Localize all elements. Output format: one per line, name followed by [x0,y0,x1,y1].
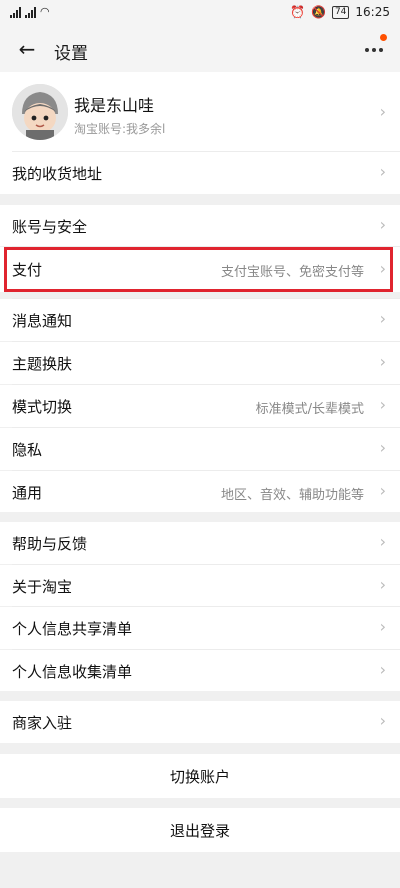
row-mode-label: 模式切换 [12,398,73,416]
header: ← 设置 [0,28,400,72]
row-notifications-label: 消息通知 [12,312,73,330]
row-mode-value: 标准模式/长辈模式 [255,402,364,417]
row-merchant-label: 商家入驻 [12,714,73,732]
notification-dot [380,34,387,41]
switch-account-button[interactable]: 切换账户 [0,754,400,798]
chevron-right-icon: › [379,617,386,636]
logout-label: 退出登录 [169,822,230,840]
row-mode[interactable]: 模式切换 标准模式/长辈模式 › [0,385,400,427]
row-help-label: 帮助与反馈 [12,535,88,553]
row-about-label: 关于淘宝 [12,578,73,596]
chevron-right-icon: › [379,711,386,730]
signal-icons: ◠ [10,5,50,18]
wifi-icon: ◠ [40,5,50,18]
signal-icon [10,6,21,18]
row-info-collect-label: 个人信息收集清单 [12,663,133,681]
row-address-label: 我的收货地址 [12,165,103,183]
chevron-right-icon: › [379,532,386,551]
chevron-right-icon: › [379,215,386,234]
logout-button[interactable]: 退出登录 [0,808,400,852]
chevron-right-icon: › [379,395,386,414]
row-merchant[interactable]: 商家入驻 › [0,701,400,743]
back-arrow-icon[interactable]: ← [14,36,40,62]
more-options-icon[interactable] [362,38,386,62]
switch-account-label: 切换账户 [169,768,230,786]
chevron-right-icon: › [379,438,386,457]
row-info-share-label: 个人信息共享清单 [12,620,133,638]
row-help[interactable]: 帮助与反馈 › [0,522,400,564]
row-general-label: 通用 [12,484,43,502]
status-bar: ◠ ⏰ 🔕 74 16:25 [0,0,400,28]
row-info-collect[interactable]: 个人信息收集清单 › [0,650,400,691]
chevron-right-icon: › [379,575,386,594]
row-address[interactable]: 我的收货地址 › [0,152,400,194]
profile-account: 淘宝账号:我多余l [74,122,166,136]
chevron-right-icon: › [379,162,386,181]
status-right: ⏰ 🔕 74 16:25 [290,5,390,19]
alarm-icon: ⏰ [290,5,305,19]
status-time: 16:25 [355,5,390,19]
signal-icon-2 [25,6,36,18]
row-info-share[interactable]: 个人信息共享清单 › [0,607,400,649]
row-general[interactable]: 通用 地区、音效、辅助功能等 › [0,471,400,512]
page-title: 设置 [54,44,88,64]
row-theme[interactable]: 主题换肤 › [0,342,400,384]
mute-icon: 🔕 [311,5,326,19]
row-about[interactable]: 关于淘宝 › [0,565,400,606]
chevron-right-icon: › [379,352,386,371]
row-theme-label: 主题换肤 [12,355,73,373]
row-privacy[interactable]: 隐私 › [0,428,400,470]
chevron-right-icon: › [379,660,386,679]
row-notifications[interactable]: 消息通知 › [0,299,400,341]
chevron-right-icon: › [379,309,386,328]
chevron-right-icon: › [379,481,386,500]
row-account-security[interactable]: 账号与安全 › [0,205,400,246]
row-general-value: 地区、音效、辅助功能等 [220,488,364,503]
chevron-right-icon: › [379,102,386,121]
row-privacy-label: 隐私 [12,441,43,459]
highlight-box [4,247,393,292]
row-account-security-label: 账号与安全 [12,218,88,236]
battery-indicator: 74 [331,5,350,19]
